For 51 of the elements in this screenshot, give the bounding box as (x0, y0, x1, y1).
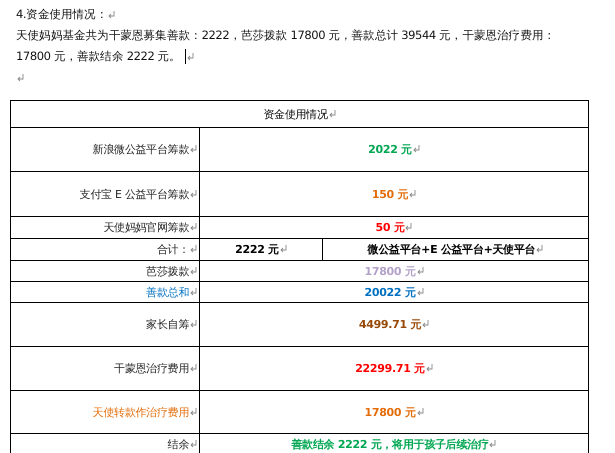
amount-text: 50 元 (376, 221, 404, 234)
paragraph-mark-icon (190, 440, 197, 448)
row-label: 家长自筹 (146, 318, 189, 331)
amount-text: 17800 元 (364, 406, 416, 418)
row-label: 天使转款作治疗费用 (92, 406, 189, 418)
paragraph-mark-icon (416, 408, 424, 416)
row-label: 支付宝 E 公益平台筹款 (80, 188, 189, 200)
paragraph-mark-icon (416, 266, 424, 274)
text-cursor (184, 49, 186, 64)
paragraph-mark-icon (190, 320, 197, 328)
row-label: 天使妈妈官网筹款 (103, 221, 189, 234)
paragraph-mark-icon (190, 288, 197, 296)
section-heading: 4.资金使用情况： (16, 7, 108, 22)
amount-text: 150 元 (372, 188, 408, 200)
paragraph-mark-icon (190, 145, 197, 153)
paragraph-mark-icon (190, 408, 197, 416)
paragraph-line: 天使妈妈基金共为干蒙恩募集善款：2222，芭莎拨款 17800 元，善款总计 39544 元，干蒙恩治疗费用： (16, 28, 556, 43)
amount-text: 2222 元 (235, 243, 279, 256)
paragraph-mark-icon (409, 190, 416, 198)
paragraph-line: 17800 元，善款结余 2222 元。 (16, 49, 181, 64)
paragraph-mark-icon (280, 245, 287, 253)
paragraph-mark-icon (426, 364, 433, 372)
paragraph-mark-icon (489, 440, 496, 448)
row-label: 干蒙恩治疗费用 (114, 362, 189, 375)
table-title: 资金使用情况 (263, 108, 328, 120)
paragraph-mark-icon (190, 223, 197, 231)
amount-text: 17800 元 (364, 264, 416, 278)
paragraph-mark-icon (17, 74, 24, 82)
paragraph-mark-icon (412, 145, 420, 153)
paragraph-mark-icon (416, 288, 424, 296)
amount-text: 微公益平台+E 公益平台+天使平台 (368, 243, 536, 256)
paragraph-mark-icon (190, 245, 197, 253)
amount-text: 20022 元 (364, 286, 416, 298)
paragraph-mark-icon (186, 52, 194, 60)
paragraph-mark-icon (536, 245, 544, 253)
amount-text: 善款结余 2222 元，将用于孩子后续治疗 (292, 438, 488, 450)
amount-text: 22299.71 元 (355, 362, 425, 375)
paragraph-mark-icon (422, 320, 430, 328)
row-label: 新浪微公益平台筹款 (92, 143, 189, 156)
paragraph-mark-icon (108, 10, 116, 18)
amount-text: 4499.71 元 (358, 318, 422, 331)
row-label: 芭莎拨款 (146, 264, 189, 278)
row-label: 善款总和 (146, 286, 189, 298)
paragraph-mark-icon (405, 223, 412, 231)
paragraph-mark-icon (190, 364, 197, 372)
amount-text: 2022 元 (368, 143, 412, 156)
paragraph-mark-icon (190, 266, 197, 274)
paragraph-mark-icon (190, 190, 197, 198)
paragraph-mark-icon (328, 110, 336, 118)
row-label: 结余 (168, 438, 189, 450)
row-label: 合计： (156, 243, 189, 256)
